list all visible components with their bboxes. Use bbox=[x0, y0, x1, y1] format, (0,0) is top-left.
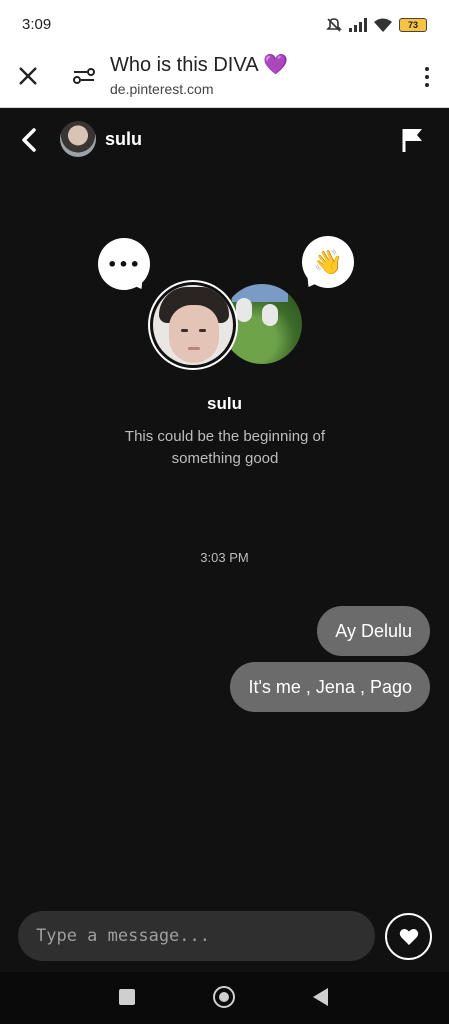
system-nav-bar bbox=[0, 972, 449, 1024]
heart-icon bbox=[399, 928, 418, 945]
partner-avatar bbox=[150, 282, 236, 368]
signal-icon bbox=[349, 18, 367, 32]
page-url[interactable]: de.pinterest.com bbox=[110, 81, 214, 97]
message-timestamp: 3:03 PM bbox=[200, 550, 249, 565]
recent-apps-icon[interactable] bbox=[119, 989, 135, 1005]
status-time: 3:09 bbox=[22, 16, 52, 33]
status-icons: 73 bbox=[325, 15, 427, 35]
ellipsis-icon: ••• bbox=[107, 254, 141, 274]
flag-icon[interactable] bbox=[401, 127, 425, 153]
mute-icon bbox=[326, 18, 342, 32]
chat-partner-name[interactable]: sulu bbox=[105, 129, 142, 150]
message-bubble-sent[interactable]: Ay Delulu bbox=[317, 606, 430, 656]
message-input[interactable] bbox=[18, 911, 375, 961]
intro-name: sulu bbox=[207, 394, 242, 413]
page-title: Who is this DIVA 💜 bbox=[110, 54, 288, 76]
avatar[interactable] bbox=[60, 121, 96, 157]
back-icon[interactable] bbox=[313, 988, 328, 1006]
waving-hand-icon: 👋 bbox=[313, 248, 343, 276]
chat-header: sulu bbox=[0, 109, 449, 171]
conversation-intro: ••• 👋 sulu This could be the beginning o… bbox=[0, 230, 449, 480]
status-bar: 3:09 73 bbox=[0, 0, 449, 46]
like-button[interactable] bbox=[385, 913, 432, 960]
message-bubble-sent[interactable]: It's me , Jena , Pago bbox=[230, 662, 430, 712]
more-vert-icon[interactable] bbox=[419, 64, 435, 90]
battery-icon: 73 bbox=[399, 18, 427, 32]
browser-toolbar: Who is this DIVA 💜 de.pinterest.com bbox=[0, 46, 449, 108]
close-icon[interactable] bbox=[14, 62, 42, 90]
back-chevron-icon[interactable] bbox=[16, 125, 44, 155]
intro-subtitle: This could be the beginning of something… bbox=[124, 428, 326, 467]
home-icon[interactable] bbox=[213, 986, 235, 1008]
wifi-icon bbox=[374, 18, 392, 32]
site-settings-icon[interactable] bbox=[70, 62, 98, 90]
